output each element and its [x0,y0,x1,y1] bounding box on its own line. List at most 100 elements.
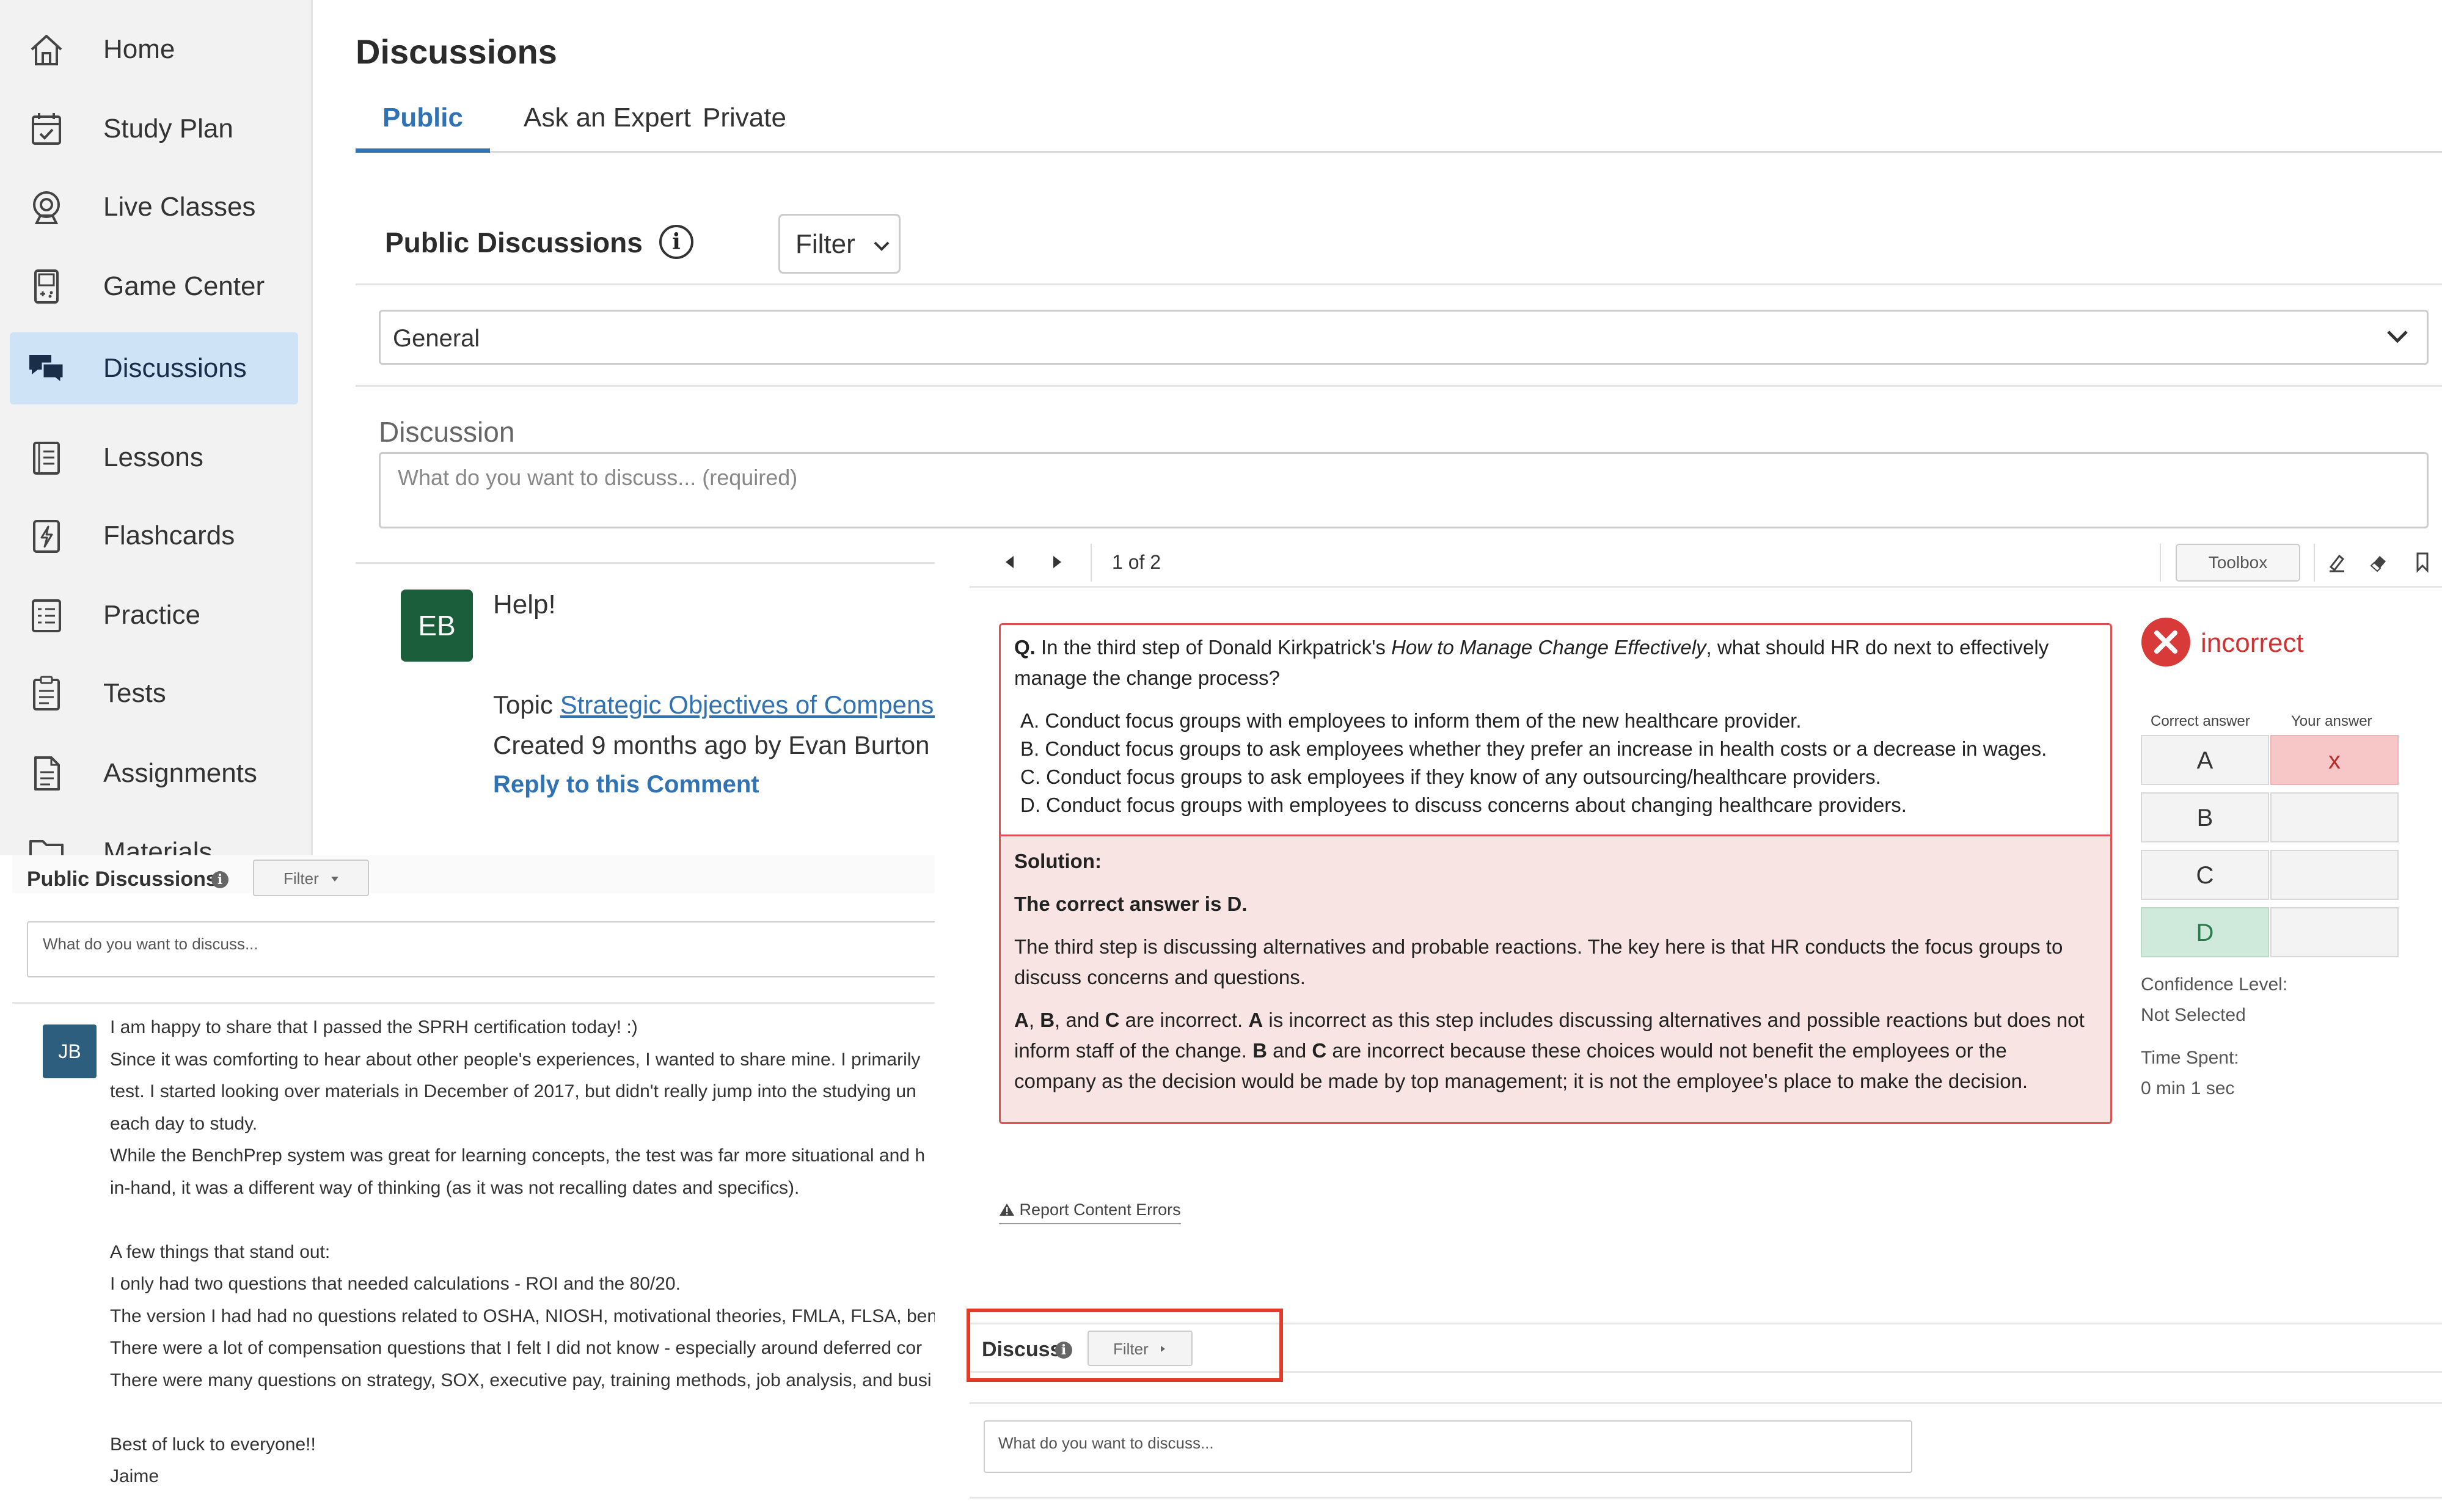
discussion-input[interactable]: What do you want to discuss... [27,921,935,977]
tab-private[interactable]: Private [696,98,792,153]
solution-text: The third step is discussing alternative… [1014,935,2063,958]
post-line: each day to study. [110,1113,258,1134]
annotation-highlight-box [967,1309,1283,1382]
chevron-down-icon [874,241,890,251]
sidebar-item-home[interactable]: Home [10,13,298,86]
post-line: A few things that stand out: [110,1241,331,1262]
document-icon [27,754,66,793]
correct-answer-header: Correct answer [2151,713,2250,729]
eraser-icon[interactable] [2367,551,2389,573]
answer-option: D. Conduct focus groups with employees t… [1020,794,1907,816]
your-answer-cell-d [2270,907,2399,957]
solution-text: A, B, and C are incorrect. A is incorrec… [1014,1009,2085,1032]
post-line: There were a lot of compensation questio… [110,1338,923,1358]
answer-option: A. Conduct focus groups with employees t… [1020,709,1802,732]
toolbox-button[interactable]: Toolbox [2176,544,2300,582]
time-spent-label: Time Spent: [2141,1048,2239,1068]
section-title: Public Discussions [27,867,218,891]
sidebar-item-label: Home [103,34,175,64]
sidebar-item-live-classes[interactable]: Live Classes [10,171,298,243]
answer-option: B. Conduct focus groups to ask employees… [1020,737,2047,760]
correct-answer-cell-d: D [2141,907,2269,957]
topic-link[interactable]: Strategic Objectives of Compensati [560,690,961,719]
chat-bubbles-icon [27,349,66,388]
warning-icon [1000,1203,1014,1216]
sidebar-item-discussions[interactable]: Discussions [10,332,298,404]
clipboard-icon [27,674,66,713]
category-select[interactable]: General [379,310,2429,365]
flashcard-icon [27,516,66,555]
comment-topic: Topic Strategic Objectives of Compensati [493,690,961,720]
discussion-input[interactable]: What do you want to discuss... [984,1420,1912,1473]
divider [356,283,2442,285]
avatar: JB [43,1024,97,1078]
discussion-label: Discussion [379,416,515,448]
public-discussions-overlay: Public Discussions i Filter What do you … [0,855,935,1512]
question-stem: Q. In the third step of Donald Kirkpatri… [1001,625,2110,835]
info-icon[interactable]: i [211,871,228,888]
time-spent-value: 0 min 1 sec [2141,1078,2235,1098]
correct-answer-cell-a: A [2141,735,2269,785]
sidebar-item-label: Discussions [103,353,247,383]
bold-choice: A [1248,1009,1263,1031]
sidebar-item-study-plan[interactable]: Study Plan [10,93,298,165]
sidebar-item-label: Flashcards [103,520,235,550]
sidebar-item-lessons[interactable]: Lessons [10,422,298,494]
sidebar-item-label: Live Classes [103,192,256,222]
reply-link[interactable]: Reply to this Comment [493,771,759,798]
divider [1091,544,1092,582]
sidebar-item-assignments[interactable]: Assignments [10,737,298,809]
question-card: Q. In the third step of Donald Kirkpatri… [999,623,2112,1124]
bookmark-icon[interactable] [2411,551,2433,573]
tab-bar: Public Ask an Expert Private [356,98,2442,153]
previous-arrow-icon[interactable] [999,551,1021,573]
divider [2160,544,2161,582]
sidebar-item-tests[interactable]: Tests [10,657,298,729]
webcam-icon [27,188,66,227]
solution-text: inform staff of the change. B and C are … [1014,1039,2007,1062]
sidebar-item-label: Assignments [103,758,257,788]
sidebar-item-label: Tests [103,678,166,708]
question-line: manage the change process? [1014,667,1280,689]
book-icon [27,438,66,477]
post-line: in-hand, it was a different way of think… [110,1177,800,1198]
post-line: The version I had had no questions relat… [110,1306,935,1326]
your-answer-cell-a: x [2270,735,2399,785]
comment-title: Help! [493,590,556,619]
result-status: incorrect [2201,628,2304,658]
filter-label: Filter [283,869,319,888]
text-run: , and [1055,1009,1105,1031]
highlighter-icon[interactable] [2326,551,2348,573]
post-line: Since it was comforting to hear about ot… [110,1049,921,1070]
confidence-label: Confidence Level: [2141,974,2288,995]
incorrect-x-icon [2141,618,2190,667]
divider [970,1402,2442,1404]
tab-public[interactable]: Public [356,98,490,153]
solution-text: discuss concerns and questions. [1014,966,1306,988]
sidebar-item-flashcards[interactable]: Flashcards [10,500,298,572]
your-answer-cell-c [2270,850,2399,900]
report-content-errors-link[interactable]: Report Content Errors [999,1200,1181,1224]
filter-button[interactable]: Filter [778,214,901,274]
post-line: Best of luck to everyone!! [110,1434,316,1455]
gamepad-icon [27,267,66,306]
filter-button[interactable]: Filter [253,860,369,896]
your-answer-header: Your answer [2291,713,2372,729]
post-line: While the BenchPrep system was great for… [110,1145,926,1166]
sidebar-item-game-center[interactable]: Game Center [10,250,298,323]
question-review-panel: 1 of 2 Toolbox Q. In the third step of D… [935,538,2442,1512]
discussion-input[interactable]: What do you want to discuss... (required… [379,452,2429,528]
question-line: Q. In the third step of Donald Kirkpatri… [1014,636,2049,659]
tab-ask-an-expert[interactable]: Ask an Expert [517,98,697,153]
info-icon[interactable]: i [659,225,693,259]
confidence-value: Not Selected [2141,1005,2246,1025]
divider [2314,544,2315,582]
sidebar-item-label: Practice [103,600,200,630]
sidebar-item-practice[interactable]: Practice [10,579,298,651]
next-arrow-icon[interactable] [1046,551,1068,573]
solution-heading: Solution: [1014,850,1102,872]
question-text: , what should HR do next to effectively [1706,636,2049,659]
topic-prefix: Topic [493,690,554,719]
post-line: I am happy to share that I passed the SP… [110,1017,638,1037]
sidebar-item-label: Study Plan [103,114,233,144]
